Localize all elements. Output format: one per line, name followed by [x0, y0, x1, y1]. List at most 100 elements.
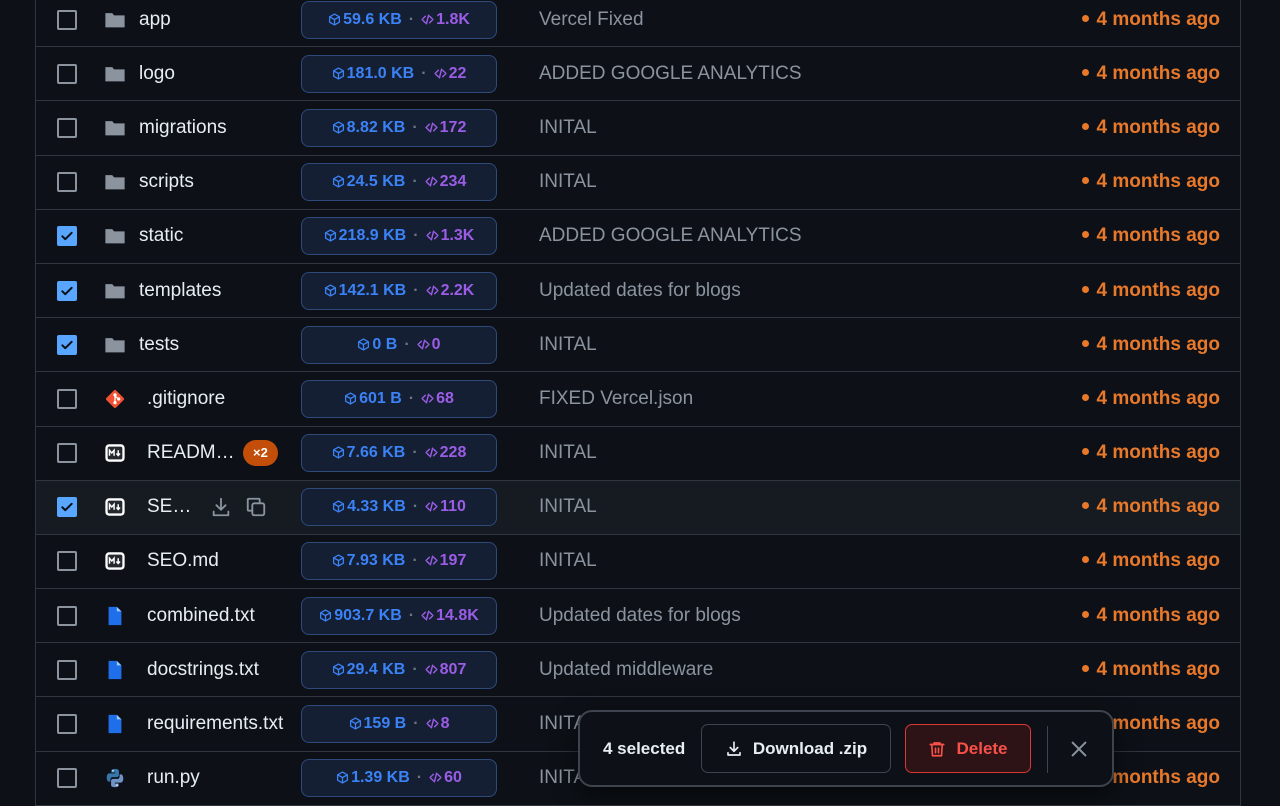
line-count: 60 [429, 769, 462, 787]
commit-message[interactable]: ADDED GOOGLE ANALYTICS [539, 63, 802, 85]
commit-message[interactable]: Vercel Fixed [539, 9, 644, 31]
file-size: 0 B [357, 336, 397, 354]
commit-message[interactable]: INITAL [539, 117, 597, 139]
row-checkbox[interactable] [57, 551, 77, 572]
line-count: 197 [425, 552, 467, 570]
file-size: 181.0 KB [332, 65, 414, 83]
table-row[interactable]: migrations 8.82 KB · 172 INITAL 4 months ago [36, 101, 1240, 156]
commit-message[interactable]: Updated dates for blogs [539, 605, 741, 627]
row-checkbox[interactable] [57, 172, 77, 193]
line-count: 1.3K [425, 227, 475, 245]
commit-message[interactable]: INITAL [539, 550, 597, 572]
file-name[interactable]: logo [139, 63, 175, 85]
commit-message[interactable]: INITAL [539, 334, 597, 356]
status-dot [1082, 177, 1090, 185]
file-name[interactable]: combined.txt [147, 605, 255, 627]
table-row[interactable]: logo 181.0 KB · 22 ADDED GOOGLE ANALYTICS 4 m… [36, 47, 1240, 102]
last-updated: 4 months ago [1082, 63, 1220, 85]
file-name[interactable]: static [139, 225, 183, 247]
table-row[interactable]: tests 0 B · 0 INITAL 4 months ago [36, 318, 1240, 373]
copy-icon[interactable] [245, 496, 267, 518]
delete-button[interactable]: Delete [905, 724, 1031, 773]
table-row[interactable]: scripts 24.5 KB · 234 INITAL 4 months ago [36, 156, 1240, 210]
text-file-icon [104, 605, 126, 627]
table-row[interactable]: app 59.6 KB · 1.8K Vercel Fixed 4 months ago [36, 0, 1240, 48]
row-checkbox[interactable] [57, 280, 77, 301]
file-name[interactable]: .gitignore [147, 388, 225, 410]
last-updated: 4 months ago [1082, 280, 1220, 302]
table-row[interactable]: READM… ×2 7.66 KB · 228 INITAL 4 months ago [36, 427, 1240, 481]
file-size-value: 7.66 KB [346, 444, 406, 462]
row-checkbox[interactable] [57, 714, 77, 735]
folder-icon [104, 117, 126, 139]
file-name[interactable]: SEO.md [147, 550, 219, 572]
line-count-value: 234 [439, 173, 467, 191]
file-stats-pill: 0 B · 0 [301, 325, 497, 364]
commit-message[interactable]: INITAL [539, 171, 597, 193]
table-row[interactable]: docstrings.txt 29.4 KB · 807 Updated middlew… [36, 643, 1240, 698]
line-count: 14.8K [421, 607, 479, 625]
file-size-value: 159 B [363, 715, 407, 733]
last-updated: 4 months ago [1082, 334, 1220, 356]
table-row[interactable]: combined.txt 903.7 KB · 14.8K Updated dates … [36, 589, 1240, 644]
separator-dot: · [408, 10, 415, 28]
selection-toolbar: 4 selected Download .zip Delete [578, 710, 1114, 787]
download-zip-button[interactable]: Download .zip [701, 724, 891, 773]
file-stats-pill: 7.93 KB · 197 [301, 542, 497, 581]
clear-selection-button[interactable] [1068, 738, 1090, 760]
separator-dot: · [412, 552, 418, 570]
line-count-value: 197 [439, 552, 467, 570]
table-row[interactable]: SE… 4.33 KB · 110 INITAL 4 months ago [36, 480, 1240, 535]
commit-message[interactable]: Updated middleware [539, 659, 713, 681]
table-row[interactable]: templates 142.1 KB · 2.2K Updated dates for … [36, 264, 1240, 319]
row-checkbox[interactable] [57, 497, 77, 518]
file-name[interactable]: migrations [139, 117, 227, 139]
line-count-value: 1.3K [440, 227, 475, 245]
row-checkbox[interactable] [57, 659, 77, 680]
status-dot [1082, 122, 1090, 130]
separator-dot: · [421, 64, 427, 82]
close-icon [1071, 741, 1087, 757]
file-name[interactable]: scripts [139, 171, 194, 193]
table-row[interactable]: .gitignore 601 B · 68 FIXED Vercel.json 4 mon… [36, 372, 1240, 427]
folder-icon [104, 280, 126, 302]
row-checkbox[interactable] [57, 443, 77, 464]
file-stats-pill: 59.6 KB · 1.8K [301, 0, 497, 39]
file-name[interactable]: requirements.txt [147, 713, 283, 735]
file-name[interactable]: SE… [147, 496, 191, 518]
row-checkbox[interactable] [57, 605, 77, 626]
last-updated-text: 4 months ago [1096, 658, 1220, 680]
file-size: 7.66 KB [332, 444, 406, 462]
commit-message[interactable]: ADDED GOOGLE ANALYTICS [539, 225, 802, 247]
file-name[interactable]: app [139, 9, 171, 31]
table-row[interactable]: SEO.md 7.93 KB · 197 INITAL 4 months ago [36, 535, 1240, 590]
commit-message[interactable]: INITAL [539, 496, 597, 518]
row-checkbox[interactable] [57, 117, 77, 138]
file-name[interactable]: tests [139, 334, 179, 356]
row-checkbox[interactable] [57, 9, 77, 30]
file-size-value: 218.9 KB [338, 227, 407, 245]
file-size: 1.39 KB [336, 769, 410, 787]
file-size: 29.4 KB [332, 661, 405, 679]
last-updated-text: 4 months ago [1096, 767, 1220, 789]
download-icon[interactable] [210, 496, 232, 518]
file-name[interactable]: run.py [147, 767, 200, 789]
last-updated-text: 4 months ago [1096, 62, 1220, 84]
row-checkbox[interactable] [57, 768, 77, 789]
commit-message[interactable]: FIXED Vercel.json [539, 388, 693, 410]
download-zip-label: Download .zip [752, 738, 868, 758]
line-count: 1.8K [421, 11, 470, 29]
row-checkbox[interactable] [57, 388, 77, 409]
commit-message[interactable]: INITAL [539, 442, 597, 464]
file-name[interactable]: templates [139, 280, 221, 302]
row-checkbox[interactable] [57, 226, 77, 247]
file-name[interactable]: docstrings.txt [147, 659, 259, 681]
folder-icon [104, 9, 126, 31]
row-checkbox[interactable] [57, 334, 77, 355]
commit-message[interactable]: Updated dates for blogs [539, 280, 741, 302]
table-row[interactable]: static 218.9 KB · 1.3K ADDED GOOGLE ANALYTIC… [36, 210, 1240, 264]
row-checkbox[interactable] [57, 63, 77, 84]
file-name[interactable]: READM… [147, 442, 235, 464]
last-updated-text: 4 months ago [1096, 442, 1220, 464]
file-stats-pill: 903.7 KB · 14.8K [301, 596, 497, 635]
